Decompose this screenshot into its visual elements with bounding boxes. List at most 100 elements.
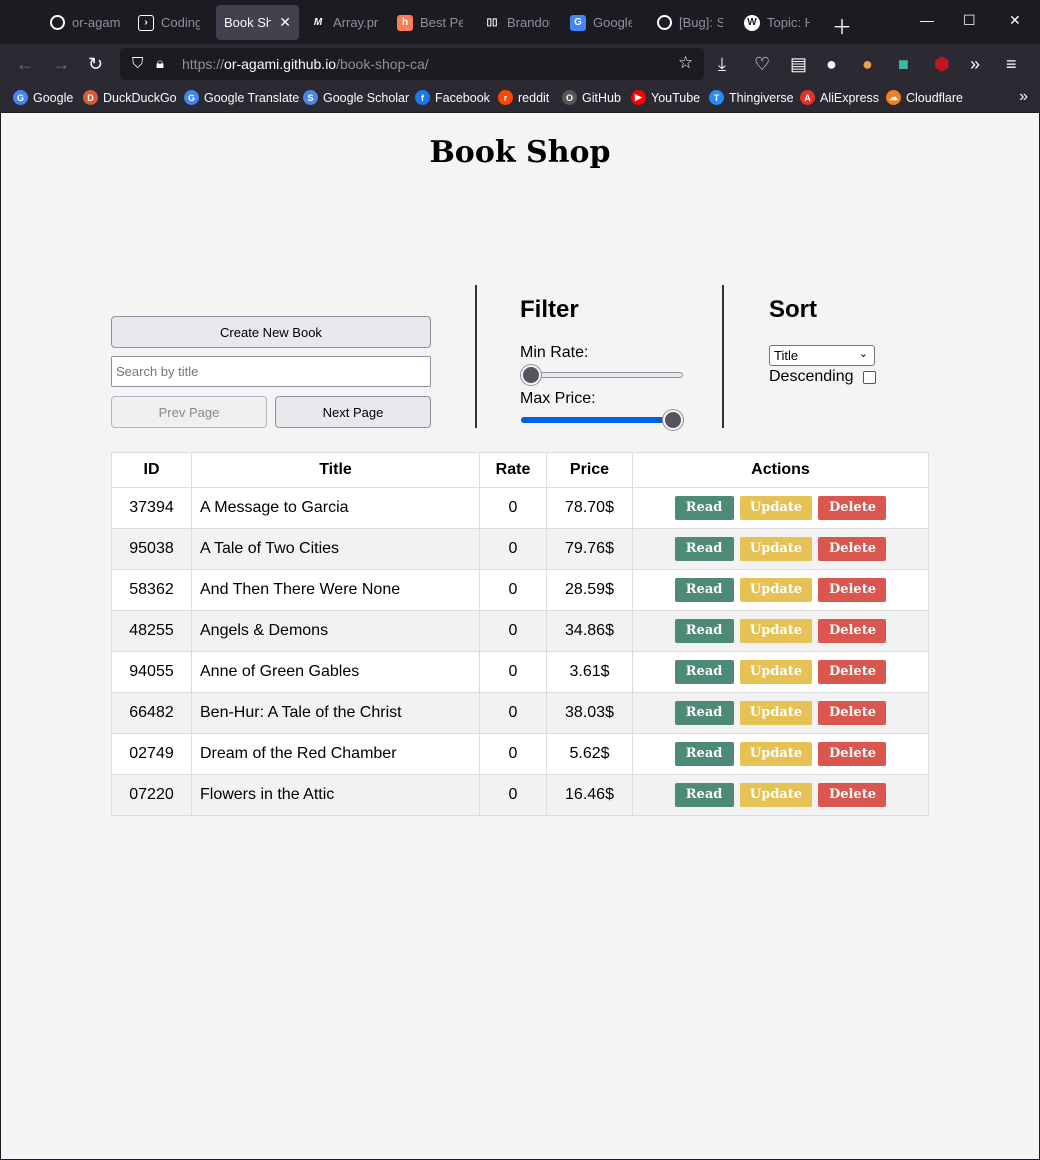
delete-button[interactable]: Delete — [818, 496, 887, 520]
slider-thumb[interactable] — [521, 365, 541, 385]
next-page-button[interactable]: Next Page — [275, 396, 431, 428]
bookmark-item[interactable]: T Thingiverse — [709, 90, 794, 105]
bookmark-item[interactable]: f Facebook — [415, 90, 490, 105]
read-button[interactable]: Read — [674, 578, 734, 602]
url-bar[interactable]: ⛉ 🔒︎ https://or-agami.github.io/book-sho… — [120, 48, 704, 80]
url-text[interactable]: https://or-agami.github.io/book-shop-ca/ — [182, 56, 429, 72]
bookmark-item[interactable]: ☁ Cloudflare — [886, 90, 963, 105]
tab-item[interactable]: M Array.pr — [310, 5, 378, 40]
update-button[interactable]: Update — [740, 701, 812, 725]
cell-rate: 0 — [479, 651, 547, 693]
menu-icon[interactable]: ≡ — [1006, 53, 1017, 75]
tab-item[interactable]: G Google T — [570, 5, 632, 40]
update-button[interactable]: Update — [740, 496, 812, 520]
bookmarks-overflow-icon[interactable]: » — [1019, 88, 1028, 106]
slider-thumb[interactable] — [663, 410, 683, 430]
read-button[interactable]: Read — [674, 660, 734, 684]
maximize-icon[interactable]: ☐ — [963, 12, 976, 29]
close-tab-icon[interactable]: ✕ — [279, 14, 291, 31]
sort-select[interactable]: Title ⌄ — [769, 345, 875, 366]
column-header-rate: Rate — [479, 452, 547, 488]
translate-icon: G — [570, 14, 586, 31]
tab-item[interactable]: h Best Per — [397, 5, 463, 40]
read-button[interactable]: Read — [674, 742, 734, 766]
reader-icon[interactable]: ▤ — [790, 53, 807, 75]
tab-item[interactable]: or-agam — [50, 5, 120, 40]
cell-title: Flowers in the Attic — [191, 774, 480, 816]
shield-icon[interactable]: ⛉ — [132, 55, 143, 72]
search-input[interactable] — [111, 356, 431, 387]
cell-rate: 0 — [479, 569, 547, 611]
bookmark-item[interactable]: ▶ YouTube — [631, 90, 700, 105]
delete-button[interactable]: Delete — [818, 619, 887, 643]
cell-price: 38.03$ — [546, 692, 633, 734]
back-icon[interactable]: ← — [16, 53, 34, 75]
bookmark-star-icon[interactable]: ☆ — [678, 53, 693, 73]
bookmark-favicon-icon: G — [13, 90, 28, 105]
bookmark-item[interactable]: O GitHub — [562, 90, 621, 105]
read-button[interactable]: Read — [674, 496, 734, 520]
lock-icon[interactable]: 🔒︎ — [156, 55, 164, 72]
reload-icon[interactable]: ↻ — [88, 53, 103, 75]
update-button[interactable]: Update — [740, 660, 812, 684]
delete-button[interactable]: Delete — [818, 537, 887, 561]
delete-button[interactable]: Delete — [818, 742, 887, 766]
more-tools-icon[interactable]: » — [970, 53, 980, 75]
bookmark-favicon-icon: S — [303, 90, 318, 105]
bookmark-item[interactable]: G Google — [13, 90, 73, 105]
update-button[interactable]: Update — [740, 742, 812, 766]
window-close-icon[interactable]: ✕ — [1009, 12, 1021, 29]
tab-item[interactable]: › Coding — [138, 5, 200, 40]
read-button[interactable]: Read — [674, 619, 734, 643]
cell-id: 58362 — [111, 569, 192, 611]
prev-page-button[interactable]: Prev Page — [111, 396, 267, 428]
delete-button[interactable]: Delete — [818, 660, 887, 684]
read-button[interactable]: Read — [674, 783, 734, 807]
max-price-slider[interactable] — [521, 410, 683, 430]
tab-item[interactable]: W Topic: H — [744, 5, 810, 40]
delete-button[interactable]: Delete — [818, 783, 887, 807]
tab-active[interactable]: Book Sho ✕ — [216, 5, 299, 40]
delete-button[interactable]: Delete — [818, 578, 887, 602]
min-rate-slider[interactable] — [521, 365, 683, 385]
read-button[interactable]: Read — [674, 701, 734, 725]
delete-button[interactable]: Delete — [818, 701, 887, 725]
update-button[interactable]: Update — [740, 783, 812, 807]
cell-rate: 0 — [479, 774, 547, 816]
pocket-icon[interactable]: ♡ — [754, 53, 770, 75]
bookmark-item[interactable]: D DuckDuckGo — [83, 90, 177, 105]
bookmark-item[interactable]: A AliExpress — [800, 90, 879, 105]
forward-icon[interactable]: → — [52, 53, 70, 75]
extension-icon[interactable]: ● — [862, 53, 873, 75]
bookmark-label: reddit — [518, 90, 550, 105]
bookmark-label: Google Scholar — [323, 90, 410, 105]
cell-actions: Read Update Delete — [632, 651, 929, 693]
code-icon: › — [138, 14, 154, 31]
tab-item[interactable]: [Bug]: S — [657, 5, 723, 40]
new-tab-icon[interactable]: ＋ — [832, 11, 852, 40]
bookmarks-toolbar: G Google D DuckDuckGo G Google Translate S Goog… — [0, 84, 1040, 112]
bookmark-item[interactable]: G Google Translate — [184, 90, 299, 105]
medium-icon: M — [313, 17, 323, 28]
create-new-book-button[interactable]: Create New Book — [111, 316, 431, 348]
page-content: Book Shop Create New Book Prev Page Next… — [1, 113, 1039, 1159]
cell-actions: Read Update Delete — [632, 528, 929, 570]
update-button[interactable]: Update — [740, 619, 812, 643]
downloads-icon[interactable]: ⤓ — [718, 53, 726, 75]
update-button[interactable]: Update — [740, 578, 812, 602]
bookmark-item[interactable]: r reddit — [498, 90, 549, 105]
tab-item[interactable]: ▯▯ Brandon — [484, 5, 550, 40]
cell-rate: 0 — [479, 528, 547, 570]
ublock-icon[interactable]: ⬢ — [934, 53, 950, 75]
column-header-price: Price — [546, 452, 633, 488]
avatar-icon[interactable]: ● — [826, 53, 837, 75]
bookmark-favicon-icon: A — [800, 90, 815, 105]
bookmark-item[interactable]: S Google Scholar — [303, 90, 409, 105]
update-button[interactable]: Update — [740, 537, 812, 561]
read-button[interactable]: Read — [674, 537, 734, 561]
cell-title: Anne of Green Gables — [191, 651, 480, 693]
table-row: 95038 A Tale of Two Cities 0 79.76$ Read Upd… — [111, 528, 929, 570]
descending-checkbox[interactable] — [863, 371, 876, 384]
save-icon[interactable]: ■ — [898, 53, 909, 75]
minimize-icon[interactable]: — — [920, 12, 934, 28]
